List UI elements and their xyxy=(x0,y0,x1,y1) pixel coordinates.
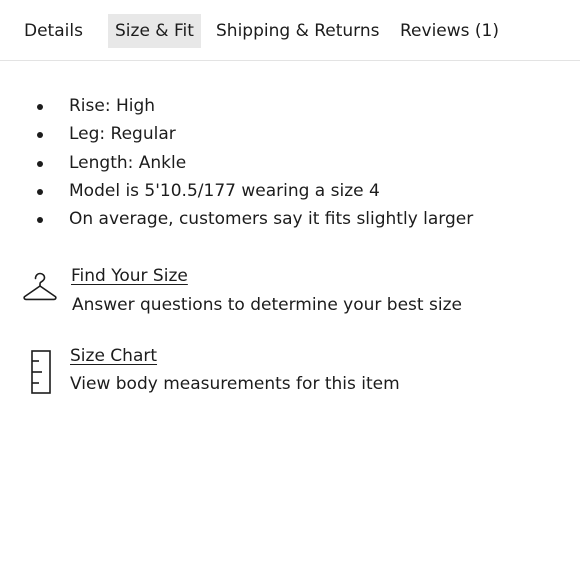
product-info-panel: Details Size & Fit Shipping & Returns Re… xyxy=(0,0,580,580)
bullet-dot xyxy=(37,160,43,167)
fit-detail-text: On average, customers say it fits slight… xyxy=(69,209,474,230)
fit-detail-text: Leg: Regular xyxy=(69,124,176,145)
find-your-size-description: Answer questions to determine your best … xyxy=(72,295,462,315)
fit-detail-text: Length: Ankle xyxy=(69,152,187,173)
bullet-dot xyxy=(37,104,43,110)
ruler-icon xyxy=(30,350,52,400)
size-chart-description: View body measurements for this item xyxy=(70,374,400,394)
tab-size-and-fit[interactable]: Size & Fit xyxy=(108,14,201,48)
fit-detail-text: Model is 5'10.5/177 wearing a size 4 xyxy=(69,180,380,201)
tab-reviews[interactable]: Reviews (1) xyxy=(400,14,499,48)
bullet-dot xyxy=(37,217,43,224)
fit-detail-text: Rise: High xyxy=(69,96,156,116)
tab-bar: Details Size & Fit Shipping & Returns Re… xyxy=(0,0,580,61)
tab-details[interactable]: Details xyxy=(24,14,83,48)
bullet-dot xyxy=(37,132,43,139)
find-your-size-link[interactable]: Find Your Size xyxy=(71,266,188,286)
hanger-icon xyxy=(22,272,58,310)
bullet-dot xyxy=(37,188,43,195)
tab-shipping-and-returns[interactable]: Shipping & Returns xyxy=(216,14,380,48)
size-chart-link[interactable]: Size Chart xyxy=(70,346,157,366)
